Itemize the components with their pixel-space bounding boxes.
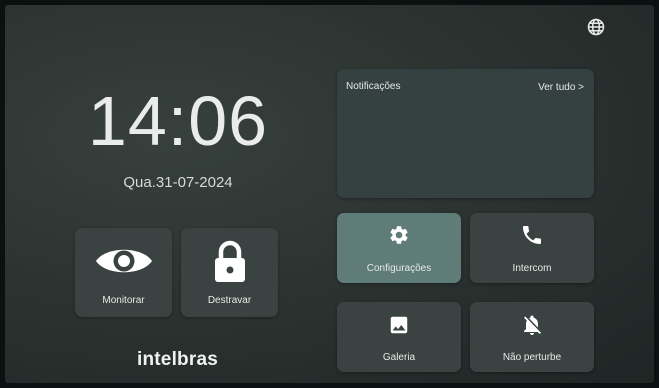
globe-icon[interactable]	[586, 17, 606, 37]
image-icon	[390, 316, 408, 334]
gear-icon	[390, 226, 408, 244]
intercom-label: Intercom	[512, 263, 552, 274]
unlock-label: Destravar	[207, 295, 252, 306]
gallery-label: Galeria	[382, 352, 416, 363]
eye-icon	[95, 249, 152, 273]
notifications-panel: Notificações Ver tudo >	[337, 69, 594, 198]
home-screen: 14:06 Qua.31-07-2024 Notificações Ver tu…	[5, 5, 654, 383]
do-not-disturb-label: Não perturbe	[502, 352, 562, 363]
intelbras-logo: intelbras	[137, 349, 218, 370]
monitor-label: Monitorar	[102, 295, 145, 306]
phone-icon	[523, 226, 541, 244]
settings-button[interactable]: Configurações	[337, 213, 461, 283]
clock-time: 14:06	[87, 82, 269, 160]
unlock-button[interactable]: Destravar	[181, 228, 278, 317]
settings-label: Configurações	[366, 263, 432, 274]
intercom-button[interactable]: Intercom	[470, 213, 594, 283]
clock-date: Qua.31-07-2024	[123, 174, 233, 191]
bell-off-icon	[524, 315, 541, 335]
monitor-button[interactable]: Monitorar	[75, 228, 172, 317]
do-not-disturb-button[interactable]: Não perturbe	[470, 302, 594, 372]
notifications-title: Notificações	[346, 81, 401, 92]
gallery-button[interactable]: Galeria	[337, 302, 461, 372]
lock-icon	[214, 240, 245, 282]
see-all-link[interactable]: Ver tudo >	[538, 82, 584, 93]
